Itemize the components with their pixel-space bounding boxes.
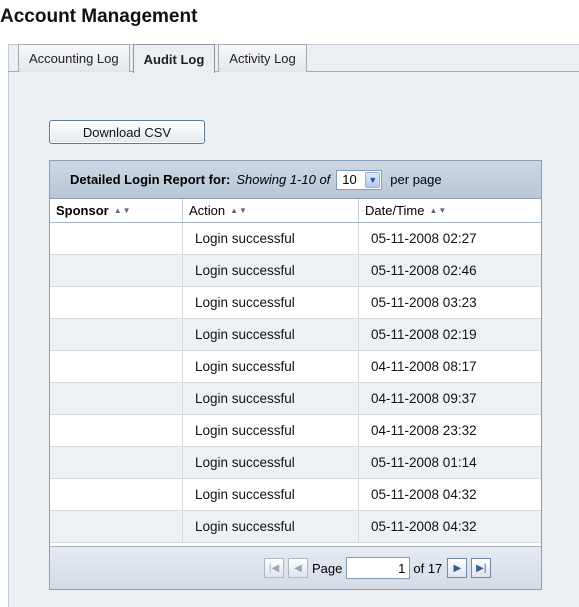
report-label: Detailed Login Report for: (70, 172, 231, 187)
previous-page-icon[interactable]: ◀ (288, 558, 308, 578)
cell-sponsor (50, 447, 183, 478)
column-header-sponsor[interactable]: Sponsor ▲▼ (50, 199, 183, 222)
tab-bar: Accounting Log Audit Log Activity Log (18, 44, 310, 73)
cell-action: Login successful (183, 319, 359, 350)
per-page-label: per page (390, 172, 442, 187)
table-row: Login successful 05-11-2008 03:23 (50, 287, 541, 319)
cell-action: Login successful (183, 255, 359, 286)
tab-accounting-log[interactable]: Accounting Log (18, 44, 130, 72)
cell-sponsor (50, 287, 183, 318)
table-header-row: Sponsor ▲▼ Action ▲▼ Date/Time ▲▼ (50, 199, 541, 223)
first-page-icon[interactable]: |◀ (264, 558, 284, 578)
total-pages-label: of 17 (413, 560, 443, 576)
cell-datetime: 04-11-2008 08:17 (371, 359, 477, 374)
grid-header: Detailed Login Report for: Showing 1-10 … (50, 161, 541, 199)
page-label: Page (312, 560, 343, 576)
table-body: Login successful 05-11-2008 02:27 Login … (50, 223, 541, 543)
cell-action: Login successful (183, 415, 359, 446)
cell-action: Login successful (183, 223, 359, 254)
per-page-select[interactable]: 10 ▼ (336, 169, 383, 190)
showing-text: Showing 1-10 of (236, 172, 331, 187)
sort-arrows-icon[interactable]: ▲▼ (114, 206, 132, 215)
cell-action: Login successful (183, 383, 359, 414)
cell-datetime: 05-11-2008 04:32 (359, 511, 541, 542)
per-page-value: 10 (342, 172, 357, 187)
chevron-down-icon[interactable]: ▼ (365, 171, 381, 188)
cell-action: Login successful (183, 479, 359, 510)
cell-action: Login successful (183, 447, 359, 478)
tab-activity-log[interactable]: Activity Log (218, 44, 307, 72)
last-page-icon[interactable]: ▶| (471, 558, 492, 578)
cell-datetime: 05-11-2008 02:19 (359, 319, 541, 350)
cell-datetime: 05-11-2008 02:46 (359, 255, 541, 286)
cell-action: Login successful (183, 351, 359, 382)
table-row: Login successful 05-11-2008 04:32 (50, 511, 541, 543)
table-row: Login successful 05-11-2008 01:14 (50, 447, 541, 479)
cell-action: Login successful (183, 511, 359, 542)
cell-action: Login successful (183, 287, 359, 318)
column-header-datetime[interactable]: Date/Time ▲▼ (359, 199, 541, 222)
cell-sponsor (50, 319, 183, 350)
cell-sponsor (50, 383, 183, 414)
table-row: Login successful 05-11-2008 02:27 (50, 223, 541, 255)
tab-audit-log[interactable]: Audit Log (132, 44, 216, 73)
table-row: Login successful 04-11-2008 23:32 (50, 415, 541, 447)
cell-datetime: 05-11-2008 04:32 (371, 487, 477, 502)
table-row: Login successful 05-11-2008 02:46 (50, 255, 541, 287)
cell-datetime: 04-11-2008 09:37 (359, 383, 541, 414)
cell-datetime: 05-11-2008 02:27 (371, 231, 477, 246)
cell-datetime: 05-11-2008 01:14 (359, 447, 541, 478)
cell-sponsor (50, 223, 183, 254)
download-csv-button[interactable]: Download CSV (49, 120, 205, 144)
page-title: Account Management (0, 6, 198, 27)
page-number-input[interactable] (346, 557, 411, 579)
cell-datetime: 04-11-2008 23:32 (371, 423, 477, 438)
next-page-icon[interactable]: ▶ (447, 558, 468, 578)
column-header-action[interactable]: Action ▲▼ (183, 199, 359, 222)
table-row: Login successful 04-11-2008 08:17 (50, 351, 541, 383)
cell-sponsor (50, 479, 183, 510)
table-row: Login successful 05-11-2008 02:19 (50, 319, 541, 351)
cell-sponsor (50, 415, 183, 446)
login-report-grid: Detailed Login Report for: Showing 1-10 … (49, 160, 542, 590)
table-row: Login successful 05-11-2008 04:32 (50, 479, 541, 511)
cell-datetime: 05-11-2008 03:23 (371, 295, 477, 310)
cell-sponsor (50, 255, 183, 286)
cell-sponsor (50, 351, 183, 382)
sort-arrows-icon[interactable]: ▲▼ (429, 206, 447, 215)
pagination-bar: |◀ ◀ Page of 17 ▶ ▶| (50, 546, 541, 589)
cell-sponsor (50, 511, 183, 542)
table-row: Login successful 04-11-2008 09:37 (50, 383, 541, 415)
sort-arrows-icon[interactable]: ▲▼ (230, 206, 248, 215)
